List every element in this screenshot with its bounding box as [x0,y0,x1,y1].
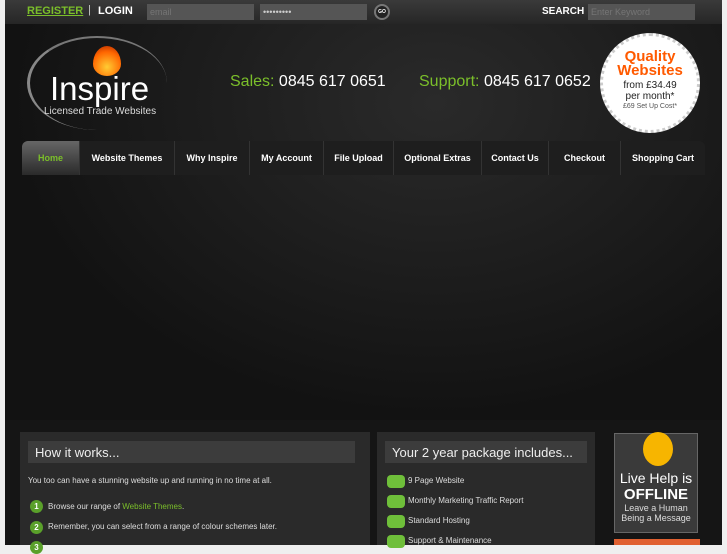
support-phone: Support: 0845 617 0652 [419,73,591,91]
badge-line3: from £34.49 [623,80,677,91]
step1-post: . [182,502,185,511]
nav-checkout[interactable]: Checkout [549,141,621,175]
register-link[interactable]: REGISTER [27,5,83,17]
how-intro: You too can have a stunning website up a… [28,476,272,485]
password-input[interactable] [260,4,367,20]
email-input[interactable] [147,4,254,20]
logo-title[interactable]: Inspire [50,70,149,108]
sales-label: Sales: [230,73,275,90]
login-label: LOGIN [98,5,133,17]
how-it-works-panel: How it works... You too can have a stunn… [20,432,370,554]
logo-subtitle: Licensed Trade Websites [44,106,157,117]
package-title: Your 2 year package includes... [385,441,587,463]
nav-website-themes[interactable]: Website Themes [80,141,175,175]
package-item: 9 Page Website [408,476,465,485]
top-bar: REGISTER | LOGIN GO SEARCH [5,0,722,24]
how-title: How it works... [28,441,355,463]
nav-why-inspire[interactable]: Why Inspire [175,141,250,175]
search-label: SEARCH [542,6,585,17]
go-button[interactable]: GO [374,4,390,20]
support-smiley-icon [643,432,673,466]
hexagon-icon [387,535,405,548]
nav-my-account[interactable]: My Account [250,141,324,175]
search-input[interactable] [588,4,695,20]
nav-shopping-cart[interactable]: Shopping Cart [621,141,705,175]
nav-optional-extras[interactable]: Optional Extras [394,141,482,175]
support-number: 0845 617 0652 [483,73,591,90]
website-themes-link[interactable]: Website Themes [122,502,182,511]
live-help-button[interactable]: Live Help is OFFLINE Leave a Human Being… [614,432,698,533]
hexagon-icon [387,495,405,508]
live-help-status: OFFLINE [623,486,689,503]
package-panel: Your 2 year package includes... 9 Page W… [377,432,595,548]
hexagon-icon [387,515,405,528]
badge-line5: £69 Set Up Cost* [622,103,678,110]
step-number-3: 3 [30,541,43,554]
page: REGISTER | LOGIN GO SEARCH Inspire Licen… [5,0,722,554]
package-item: Support & Maintenance [408,536,492,545]
support-label: Support: [419,73,480,90]
step-2: Remember, you can select from a range of… [48,522,277,531]
price-badge: Quality Websites from £34.49 per month* … [600,33,700,133]
step-1: Browse our range of Website Themes. [48,502,184,511]
sales-number: 0845 617 0651 [278,73,386,90]
live-help-line4: Being a Message [621,513,691,523]
orange-button[interactable] [614,539,700,545]
badge-line4: per month* [625,91,675,102]
package-item: Standard Hosting [408,516,470,525]
nav-home[interactable]: Home [22,141,80,175]
sales-phone: Sales: 0845 617 0651 [230,73,386,91]
main-nav: Home Website Themes Why Inspire My Accou… [22,141,705,175]
step1-pre: Browse our range of [48,502,123,511]
nav-file-upload[interactable]: File Upload [324,141,394,175]
package-item: Monthly Marketing Traffic Report [408,496,524,505]
live-help-line1: Live Help is [619,470,693,486]
separator: | [88,4,91,16]
hexagon-icon [387,475,405,488]
live-help-line3: Leave a Human [624,503,688,513]
nav-contact-us[interactable]: Contact Us [482,141,549,175]
step-number-2: 2 [30,521,43,534]
badge-line2: Websites [617,62,683,79]
step-number-1: 1 [30,500,43,513]
